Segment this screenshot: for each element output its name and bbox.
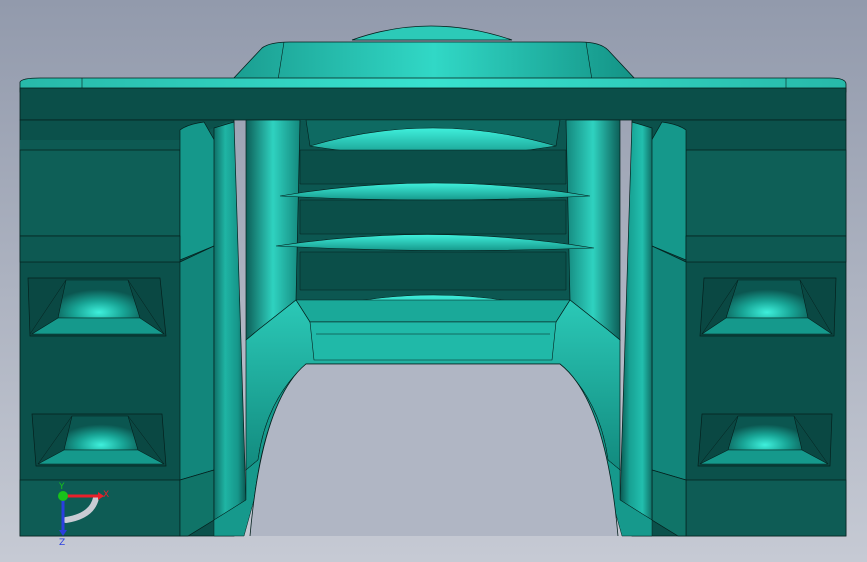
triad-arc bbox=[63, 495, 99, 523]
z-axis-arrow bbox=[59, 530, 67, 536]
y-axis-dot bbox=[58, 491, 68, 501]
z-axis-label: Z bbox=[59, 538, 65, 548]
orientation-triad[interactable]: X Y Z bbox=[0, 0, 867, 562]
graphics-viewport[interactable]: X Y Z bbox=[0, 0, 867, 562]
x-axis-label: X bbox=[103, 490, 109, 500]
y-axis-label: Y bbox=[58, 482, 65, 492]
